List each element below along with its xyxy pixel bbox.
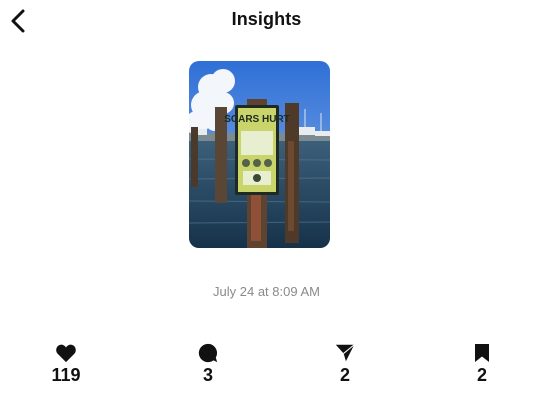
post-date: July 24 at 8:09 AM [213,284,320,299]
post-photo: SCARS HURT [189,61,330,248]
comment-bubble-icon [198,343,218,363]
send-icon [335,344,355,362]
comments-count: 3 [202,365,213,385]
shares-count: 2 [339,365,350,385]
page-title: Insights [231,9,302,29]
likes-count: 119 [51,365,81,385]
insights-screen: Insights SCARS HURT July 24 at 8:09 AM 1… [0,0,533,393]
sign-text: SCARS HURT [224,114,290,125]
likes-stat[interactable]: 119 [36,342,96,386]
saves-count: 2 [476,365,487,385]
saves-stat[interactable]: 2 [452,342,512,386]
header: Insights [0,0,533,42]
heart-icon [56,344,76,363]
shares-stat[interactable]: 2 [315,342,375,386]
comments-stat[interactable]: 3 [178,342,238,386]
post-thumbnail[interactable]: SCARS HURT [189,61,330,248]
bookmark-icon [475,344,489,362]
